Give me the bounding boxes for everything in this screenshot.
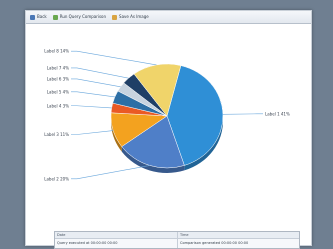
callout-label-6: Label 6 3%	[47, 76, 69, 81]
back-button[interactable]: Back	[30, 15, 47, 20]
callout-line-8	[71, 51, 156, 65]
callout-line-5	[71, 92, 115, 97]
callout-line-4	[71, 106, 112, 108]
save-icon	[112, 15, 117, 20]
summary-left-header: Date	[55, 232, 177, 239]
callout-label-8: Label 8 14%	[44, 49, 69, 54]
toolbar: Back Run Query Comparison Save As Image	[26, 11, 311, 24]
save-as-image-button[interactable]: Save As Image	[112, 15, 149, 20]
callout-label-2: Label 2 20%	[44, 176, 69, 181]
callout-line-6	[71, 79, 121, 87]
callout-label-7: Label 7 4%	[47, 65, 69, 70]
summary-left-value: Query executed at 00:00:00 00:00	[55, 239, 177, 248]
callout-line-3	[71, 131, 113, 135]
compare-icon	[53, 15, 58, 20]
run-query-comparison-label: Run Query Comparison	[60, 15, 106, 19]
run-query-comparison-button[interactable]: Run Query Comparison	[53, 15, 106, 20]
chart-area: Label 1 41% Label 2 20% Label 3 11% Label 4…	[26, 24, 311, 224]
save-as-image-label: Save As Image	[119, 15, 149, 19]
callout-label-3: Label 3 11%	[44, 132, 69, 137]
callout-line-2	[71, 165, 150, 178]
summary-right-value: Comparison generated 00:00:00 00:00	[177, 239, 299, 248]
callout-label-4: Label 4 3%	[47, 103, 69, 108]
pie-chart: Label 1 41% Label 2 20% Label 3 11% Label 4…	[26, 24, 313, 224]
callout-line-7	[71, 68, 129, 78]
report-window: Back Run Query Comparison Save As Image …	[25, 10, 312, 246]
callout-label-5: Label 5 4%	[47, 89, 69, 94]
callout-label-1: Label 1 41%	[265, 111, 290, 116]
summary-right-header: Time	[177, 232, 299, 239]
back-icon	[30, 15, 35, 20]
pie-slices	[111, 64, 223, 173]
back-label: Back	[37, 15, 47, 19]
summary-panel: Date Time Query executed at 00:00:00 00:…	[54, 231, 300, 249]
